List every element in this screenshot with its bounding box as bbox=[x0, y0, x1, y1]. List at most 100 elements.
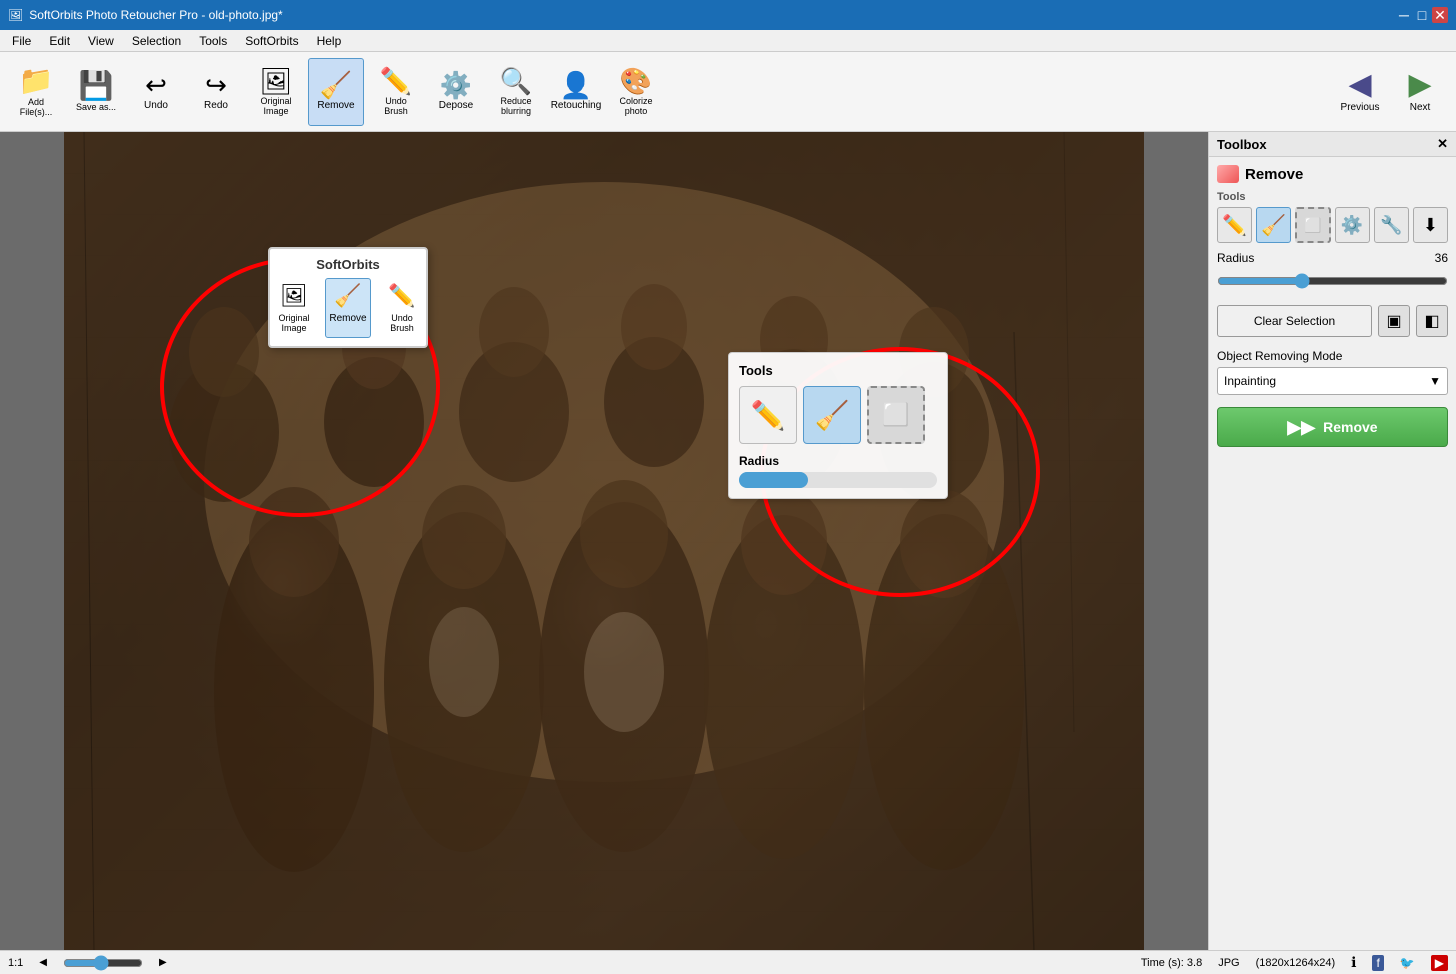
zoom-slider[interactable] bbox=[63, 955, 143, 971]
info-icon[interactable]: ℹ bbox=[1351, 954, 1356, 971]
select-icon-btn-2[interactable]: ◧ bbox=[1416, 305, 1448, 337]
undo-label: Undo bbox=[144, 100, 168, 111]
time-label: Time (s): 3.8 bbox=[1141, 957, 1202, 969]
toolbox-panel: Toolbox ✕ Remove Tools ✏️ 🧹 ⬜ ⚙️ 🔧 ⬇ bbox=[1208, 132, 1456, 952]
popup-undo-brush-label: Undo Brush bbox=[390, 313, 414, 333]
toolbar-remove[interactable]: 🧹 Remove bbox=[308, 58, 364, 126]
toolbar-depose[interactable]: ⚙️ Depose bbox=[428, 58, 484, 126]
toolbox-radius-header: Radius 36 bbox=[1217, 251, 1448, 265]
menu-help[interactable]: Help bbox=[309, 32, 350, 50]
toolbar-reduce-blurring[interactable]: 🔍 Reduce blurring bbox=[488, 58, 544, 126]
clear-selection-button[interactable]: Clear Selection bbox=[1217, 305, 1372, 337]
retouching-icon: 👤 bbox=[560, 72, 592, 98]
main-content: SoftOrbits 🖼 Original Image 🧹 Remove ✏️ … bbox=[0, 132, 1456, 952]
previous-button[interactable]: ◀ Previous bbox=[1332, 56, 1388, 124]
youtube-icon[interactable]: ▶ bbox=[1431, 955, 1448, 971]
object-removing-mode-section: Object Removing Mode Inpainting ▼ bbox=[1217, 349, 1448, 395]
iit-select-icon: ⬜ bbox=[882, 402, 909, 428]
save-as-label: Save as... bbox=[76, 102, 116, 112]
iit-eraser-tool[interactable]: 🧹 bbox=[803, 386, 861, 444]
facebook-icon[interactable]: f bbox=[1372, 955, 1383, 971]
toolbox-title: Toolbox bbox=[1217, 137, 1267, 152]
softorbits-popup: SoftOrbits 🖼 Original Image 🧹 Remove ✏️ … bbox=[268, 247, 428, 348]
zoom-indicator: 1:1 bbox=[8, 957, 23, 969]
retouching-label: Retouching bbox=[551, 100, 602, 111]
toolbox-content: Remove Tools ✏️ 🧹 ⬜ ⚙️ 🔧 ⬇ Radius 36 bbox=[1209, 157, 1456, 952]
toolbar: 📁 Add File(s)... 💾 Save as... ↩ Undo ↪ R… bbox=[0, 52, 1456, 132]
toolbox-tools-label: Tools bbox=[1217, 191, 1448, 203]
toolbox-settings1-btn[interactable]: ⚙️ bbox=[1335, 207, 1370, 243]
title-bar: 🖼 SoftOrbits Photo Retoucher Pro - old-p… bbox=[0, 0, 1456, 30]
menu-softorbits[interactable]: SoftOrbits bbox=[237, 32, 306, 50]
toolbox-eraser-btn[interactable]: 🧹 bbox=[1256, 207, 1291, 243]
menu-file[interactable]: File bbox=[4, 32, 39, 50]
toolbox-radius-slider[interactable] bbox=[1217, 273, 1448, 289]
in-image-tools-panel: Tools ✏️ 🧹 ⬜ Radius bbox=[728, 352, 948, 499]
previous-icon: ◀ bbox=[1348, 67, 1371, 102]
reduce-blurring-label: Reduce blurring bbox=[500, 96, 531, 116]
toolbox-remove-header: Remove bbox=[1217, 165, 1448, 183]
iit-brush-tool[interactable]: ✏️ bbox=[739, 386, 797, 444]
iit-radius-fill bbox=[739, 472, 808, 488]
toolbar-original-image[interactable]: 🖼 Original Image bbox=[248, 58, 304, 126]
iit-radius-label: Radius bbox=[739, 454, 937, 468]
twitter-icon[interactable]: 🐦 bbox=[1400, 956, 1415, 970]
toolbar-retouching[interactable]: 👤 Retouching bbox=[548, 58, 604, 126]
toolbox-radius-section: Radius 36 bbox=[1217, 251, 1448, 293]
select-icon-btn-1[interactable]: ▣ bbox=[1378, 305, 1410, 337]
redo-label: Redo bbox=[204, 100, 228, 111]
zoom-in-btn[interactable]: ▶ bbox=[159, 957, 167, 968]
iit-title: Tools bbox=[739, 363, 937, 378]
maximize-button[interactable]: □ bbox=[1414, 7, 1430, 23]
zoom-out-btn[interactable]: ◀ bbox=[39, 957, 47, 968]
popup-undo-brush[interactable]: ✏️ Undo Brush bbox=[379, 278, 425, 338]
toolbox-anchor-btn[interactable]: ⬇ bbox=[1413, 207, 1448, 243]
toolbar-add-files[interactable]: 📁 Add File(s)... bbox=[8, 58, 64, 126]
status-right: Time (s): 3.8 JPG (1820x1264x24) ℹ f 🐦 ▶ bbox=[1141, 954, 1448, 971]
popup-remove-icon: 🧹 bbox=[334, 283, 361, 309]
save-as-icon: 💾 bbox=[79, 72, 114, 100]
previous-label: Previous bbox=[1341, 102, 1380, 113]
toolbar-colorize[interactable]: 🎨 Colorize photo bbox=[608, 58, 664, 126]
menu-view[interactable]: View bbox=[80, 32, 122, 50]
menu-edit[interactable]: Edit bbox=[41, 32, 78, 50]
toolbar-undo-brush[interactable]: ✏️ Undo Brush bbox=[368, 58, 424, 126]
menu-tools[interactable]: Tools bbox=[191, 32, 235, 50]
mode-selected-value: Inpainting bbox=[1224, 374, 1276, 388]
original-image-icon: 🖼 bbox=[259, 68, 292, 94]
toolbox-brush-btn[interactable]: ✏️ bbox=[1217, 207, 1252, 243]
next-label: Next bbox=[1410, 102, 1431, 113]
toolbar-undo[interactable]: ↩ Undo bbox=[128, 58, 184, 126]
toolbox-lasso-btn[interactable]: ⬜ bbox=[1295, 207, 1330, 243]
toolbox-close-button[interactable]: ✕ bbox=[1437, 136, 1448, 152]
remove-btn-arrow-icon: ▶▶ bbox=[1287, 417, 1315, 438]
toolbox-header: Toolbox ✕ bbox=[1209, 132, 1456, 157]
iit-select-tool[interactable]: ⬜ bbox=[867, 386, 925, 444]
toolbox-settings2-btn[interactable]: 🔧 bbox=[1374, 207, 1409, 243]
menu-selection[interactable]: Selection bbox=[124, 32, 189, 50]
close-button[interactable]: ✕ bbox=[1432, 7, 1448, 23]
toolbar-save-as[interactable]: 💾 Save as... bbox=[68, 58, 124, 126]
mode-dropdown-arrow: ▼ bbox=[1429, 374, 1441, 388]
popup-undo-brush-icon: ✏️ bbox=[388, 283, 415, 309]
iit-radius-track[interactable] bbox=[739, 472, 937, 488]
popup-remove[interactable]: 🧹 Remove bbox=[325, 278, 371, 338]
toolbox-radius-value: 36 bbox=[1435, 251, 1448, 265]
next-button[interactable]: ▶ Next bbox=[1392, 56, 1448, 124]
window-title: SoftOrbits Photo Retoucher Pro - old-pho… bbox=[29, 8, 282, 22]
object-removing-mode-dropdown[interactable]: Inpainting ▼ bbox=[1217, 367, 1448, 395]
toolbar-redo[interactable]: ↪ Redo bbox=[188, 58, 244, 126]
remove-action-button[interactable]: ▶▶ Remove bbox=[1217, 407, 1448, 447]
remove-btn-label: Remove bbox=[1323, 419, 1377, 435]
original-image-label: Original Image bbox=[260, 96, 291, 116]
photo-svg bbox=[64, 132, 1144, 952]
status-bar: 1:1 ◀ ▶ Time (s): 3.8 JPG (1820x1264x24)… bbox=[0, 950, 1456, 974]
iit-tools-row: ✏️ 🧹 ⬜ bbox=[739, 386, 937, 444]
minimize-button[interactable]: ─ bbox=[1396, 7, 1412, 23]
canvas-area[interactable]: SoftOrbits 🖼 Original Image 🧹 Remove ✏️ … bbox=[0, 132, 1208, 952]
popup-original-image[interactable]: 🖼 Original Image bbox=[271, 278, 317, 338]
undo-brush-label: Undo Brush bbox=[384, 96, 408, 116]
nav-buttons: ◀ Previous ▶ Next bbox=[1332, 56, 1448, 124]
redo-icon: ↪ bbox=[205, 72, 227, 98]
format-label: JPG bbox=[1218, 957, 1239, 969]
